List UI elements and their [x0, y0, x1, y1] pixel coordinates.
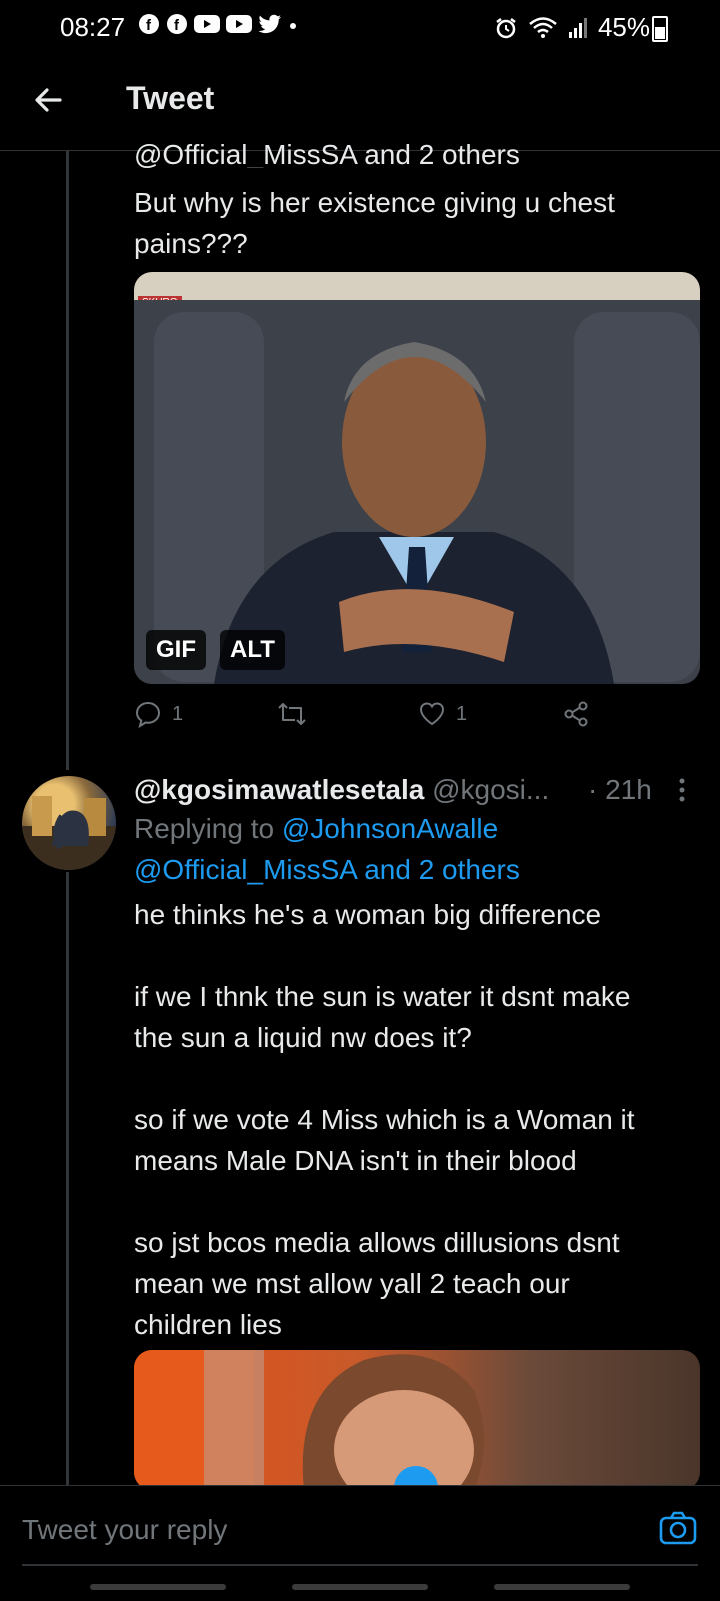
- signal-icon: [568, 17, 587, 38]
- tweet-text: But why is her existence giving u chest …: [134, 182, 615, 264]
- person-face: [134, 1350, 484, 1490]
- input-underline: [22, 1564, 698, 1566]
- tweet-image[interactable]: [134, 1350, 700, 1490]
- reply-input[interactable]: Tweet your reply: [22, 1514, 227, 1546]
- tweet-actions: 1 1: [134, 700, 700, 740]
- status-time: 08:27: [60, 12, 126, 42]
- tweet-time: · 21h: [588, 774, 652, 805]
- tweet-text-line: the sun a liquid nw does it?: [134, 1022, 472, 1053]
- replying-to: Replying to @JohnsonAwalle @Official_Mis…: [134, 808, 520, 890]
- system-status: 45%: [494, 12, 650, 43]
- tweet-text: he thinks he's a woman big difference if…: [134, 894, 635, 1345]
- avatar[interactable]: [22, 776, 116, 870]
- retweet-icon: [278, 703, 306, 725]
- reply-to-link[interactable]: @Official_MissSA and 2 others: [134, 134, 520, 168]
- thread-line: [66, 872, 69, 1485]
- tweet-text-line: if we I thnk the sun is water it dsnt ma…: [134, 981, 631, 1012]
- wifi-icon: [529, 16, 557, 38]
- twitter-icon: [258, 14, 281, 34]
- reply-action[interactable]: 1: [134, 700, 183, 728]
- tweet-text-line: pains???: [134, 228, 248, 259]
- share-icon: [564, 701, 588, 727]
- dot-icon: [290, 23, 296, 29]
- status-bar: 08:27 f f 45%: [0, 0, 720, 52]
- tweet-text-line: means Male DNA isn't in their blood: [134, 1145, 577, 1176]
- battery-percent: 45%: [597, 12, 650, 42]
- notification-icons: f f: [138, 13, 298, 35]
- avatar-image: [22, 796, 116, 870]
- share-action[interactable]: [562, 700, 590, 728]
- nav-gesture-bar: [90, 1584, 226, 1590]
- heart-icon: [419, 702, 445, 726]
- nav-gesture-bar: [292, 1584, 428, 1590]
- page-title: Tweet: [126, 80, 215, 116]
- more-options-icon[interactable]: [676, 776, 688, 804]
- user-handle[interactable]: @kgosi...: [432, 774, 549, 805]
- back-arrow-icon[interactable]: [30, 82, 66, 118]
- tweet-text-line: he thinks he's a woman big difference: [134, 899, 602, 930]
- tweet-text-line: [134, 1181, 635, 1222]
- retweet-action[interactable]: [276, 700, 308, 728]
- reply-count: 1: [172, 702, 184, 725]
- tweet-text-line: mean we mst allow yall 2 teach our: [134, 1268, 570, 1299]
- camera-icon[interactable]: [658, 1508, 698, 1548]
- reply-to-link[interactable]: @JohnsonAwalle: [282, 813, 498, 844]
- gif-badge: GIF: [146, 630, 206, 670]
- alarm-icon: [496, 17, 516, 38]
- like-action[interactable]: 1: [418, 700, 467, 728]
- reply-to-link[interactable]: @Official_MissSA and 2 others: [134, 849, 520, 890]
- replying-to-label: Replying to: [134, 813, 275, 844]
- tweet-text-line: children lies: [134, 1309, 282, 1340]
- reply-icon: [135, 701, 161, 728]
- facebook-icon: f: [139, 14, 159, 34]
- youtube-icon: [226, 15, 252, 33]
- tweet-text-line: [134, 1058, 635, 1099]
- person-figure: [134, 300, 700, 684]
- nav-gesture-bar: [494, 1584, 630, 1590]
- battery-icon: [652, 16, 668, 42]
- tweet-text-line: [134, 935, 635, 976]
- facebook-icon: f: [167, 14, 187, 34]
- thread-line: [66, 150, 69, 770]
- youtube-icon: [194, 15, 220, 33]
- tweet-text-line: But why is her existence giving u chest: [134, 187, 615, 218]
- tweet-text-line: so jst bcos media allows dillusions dsnt: [134, 1227, 620, 1258]
- alt-badge[interactable]: ALT: [220, 630, 285, 670]
- display-name[interactable]: @kgosimawatlesetala: [134, 774, 424, 805]
- like-count: 1: [456, 702, 468, 725]
- tweet-gif[interactable]: SKURO GIF ALT: [134, 272, 700, 684]
- tweet-text-line: so if we vote 4 Miss which is a Woman it: [134, 1104, 635, 1135]
